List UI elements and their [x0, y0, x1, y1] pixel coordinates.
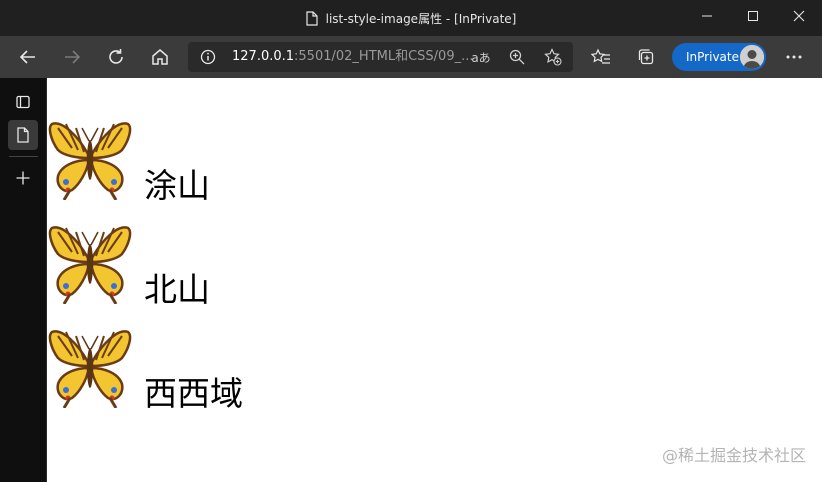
arrow-left-icon: [19, 50, 35, 64]
collections-button[interactable]: [630, 41, 662, 73]
close-icon: [793, 10, 805, 22]
maximize-icon: [748, 11, 758, 21]
page-content: 涂山 北山 西西域 @稀土掘金技术社区: [48, 78, 822, 482]
star-add-icon: [544, 48, 562, 66]
close-button[interactable]: [776, 0, 822, 32]
zoom-in-icon: [509, 49, 525, 65]
minimize-icon: [702, 15, 712, 17]
address-bar[interactable]: 127.0.0.1:5501/02_HTML和CSS/09_... aあ: [188, 42, 573, 72]
browser-toolbar: 127.0.0.1:5501/02_HTML和CSS/09_... aあ InP…: [0, 36, 822, 78]
list-item: 涂山: [48, 116, 448, 220]
read-aloud-button[interactable]: aあ: [468, 45, 494, 69]
zoom-button[interactable]: [504, 45, 530, 69]
inprivate-label: InPrivate: [686, 50, 739, 64]
settings-more-button[interactable]: [778, 41, 810, 73]
list-item-text: 北山: [144, 270, 210, 309]
list-item-text: 涂山: [144, 166, 210, 205]
watermark: @稀土掘金技术社区: [661, 446, 806, 465]
back-button[interactable]: [12, 41, 44, 73]
butterfly-icon: [48, 324, 132, 408]
favorites-icon: [591, 48, 610, 64]
list-item: 北山: [48, 220, 448, 324]
list-item-text: 西西域: [144, 374, 243, 413]
page-icon: [306, 10, 318, 26]
maximize-button[interactable]: [730, 0, 776, 32]
sidebar-divider: [9, 156, 38, 157]
tab-current-page[interactable]: [8, 120, 38, 150]
favorites-button[interactable]: [585, 41, 617, 73]
tab-actions-icon: [16, 95, 30, 109]
collections-icon: [638, 49, 654, 65]
info-icon[interactable]: [200, 49, 216, 65]
avatar: [740, 45, 764, 69]
url-path: :5501/02_HTML和CSS/09_...: [294, 49, 474, 64]
add-favorite-button[interactable]: [540, 45, 566, 69]
forward-button[interactable]: [56, 41, 88, 73]
new-tab-button[interactable]: [8, 163, 38, 193]
home-icon: [152, 49, 168, 65]
read-aloud-label: aあ: [471, 50, 491, 65]
window-title: list-style-image属性 - [InPrivate]: [325, 11, 517, 26]
title-bar: list-style-image属性 - [InPrivate]: [0, 0, 822, 36]
refresh-button[interactable]: [100, 41, 132, 73]
avatar-person-icon: [740, 45, 764, 69]
url-host: 127.0.0.1: [232, 49, 295, 64]
minimize-button[interactable]: [684, 0, 730, 32]
list-item: 西西域: [48, 324, 448, 428]
tab-actions-button[interactable]: [8, 87, 38, 117]
plus-icon: [16, 171, 30, 185]
vertical-tabs-sidebar: [0, 78, 47, 482]
inprivate-profile-button[interactable]: InPrivate: [672, 43, 766, 71]
butterfly-icon: [48, 220, 132, 304]
page-icon: [17, 127, 29, 143]
home-button[interactable]: [144, 41, 176, 73]
more-dots-icon: [786, 55, 802, 59]
arrow-right-icon: [65, 50, 81, 64]
butterfly-icon: [48, 116, 132, 200]
url-text[interactable]: 127.0.0.1:5501/02_HTML和CSS/09_...: [232, 42, 474, 72]
refresh-icon: [109, 49, 123, 64]
